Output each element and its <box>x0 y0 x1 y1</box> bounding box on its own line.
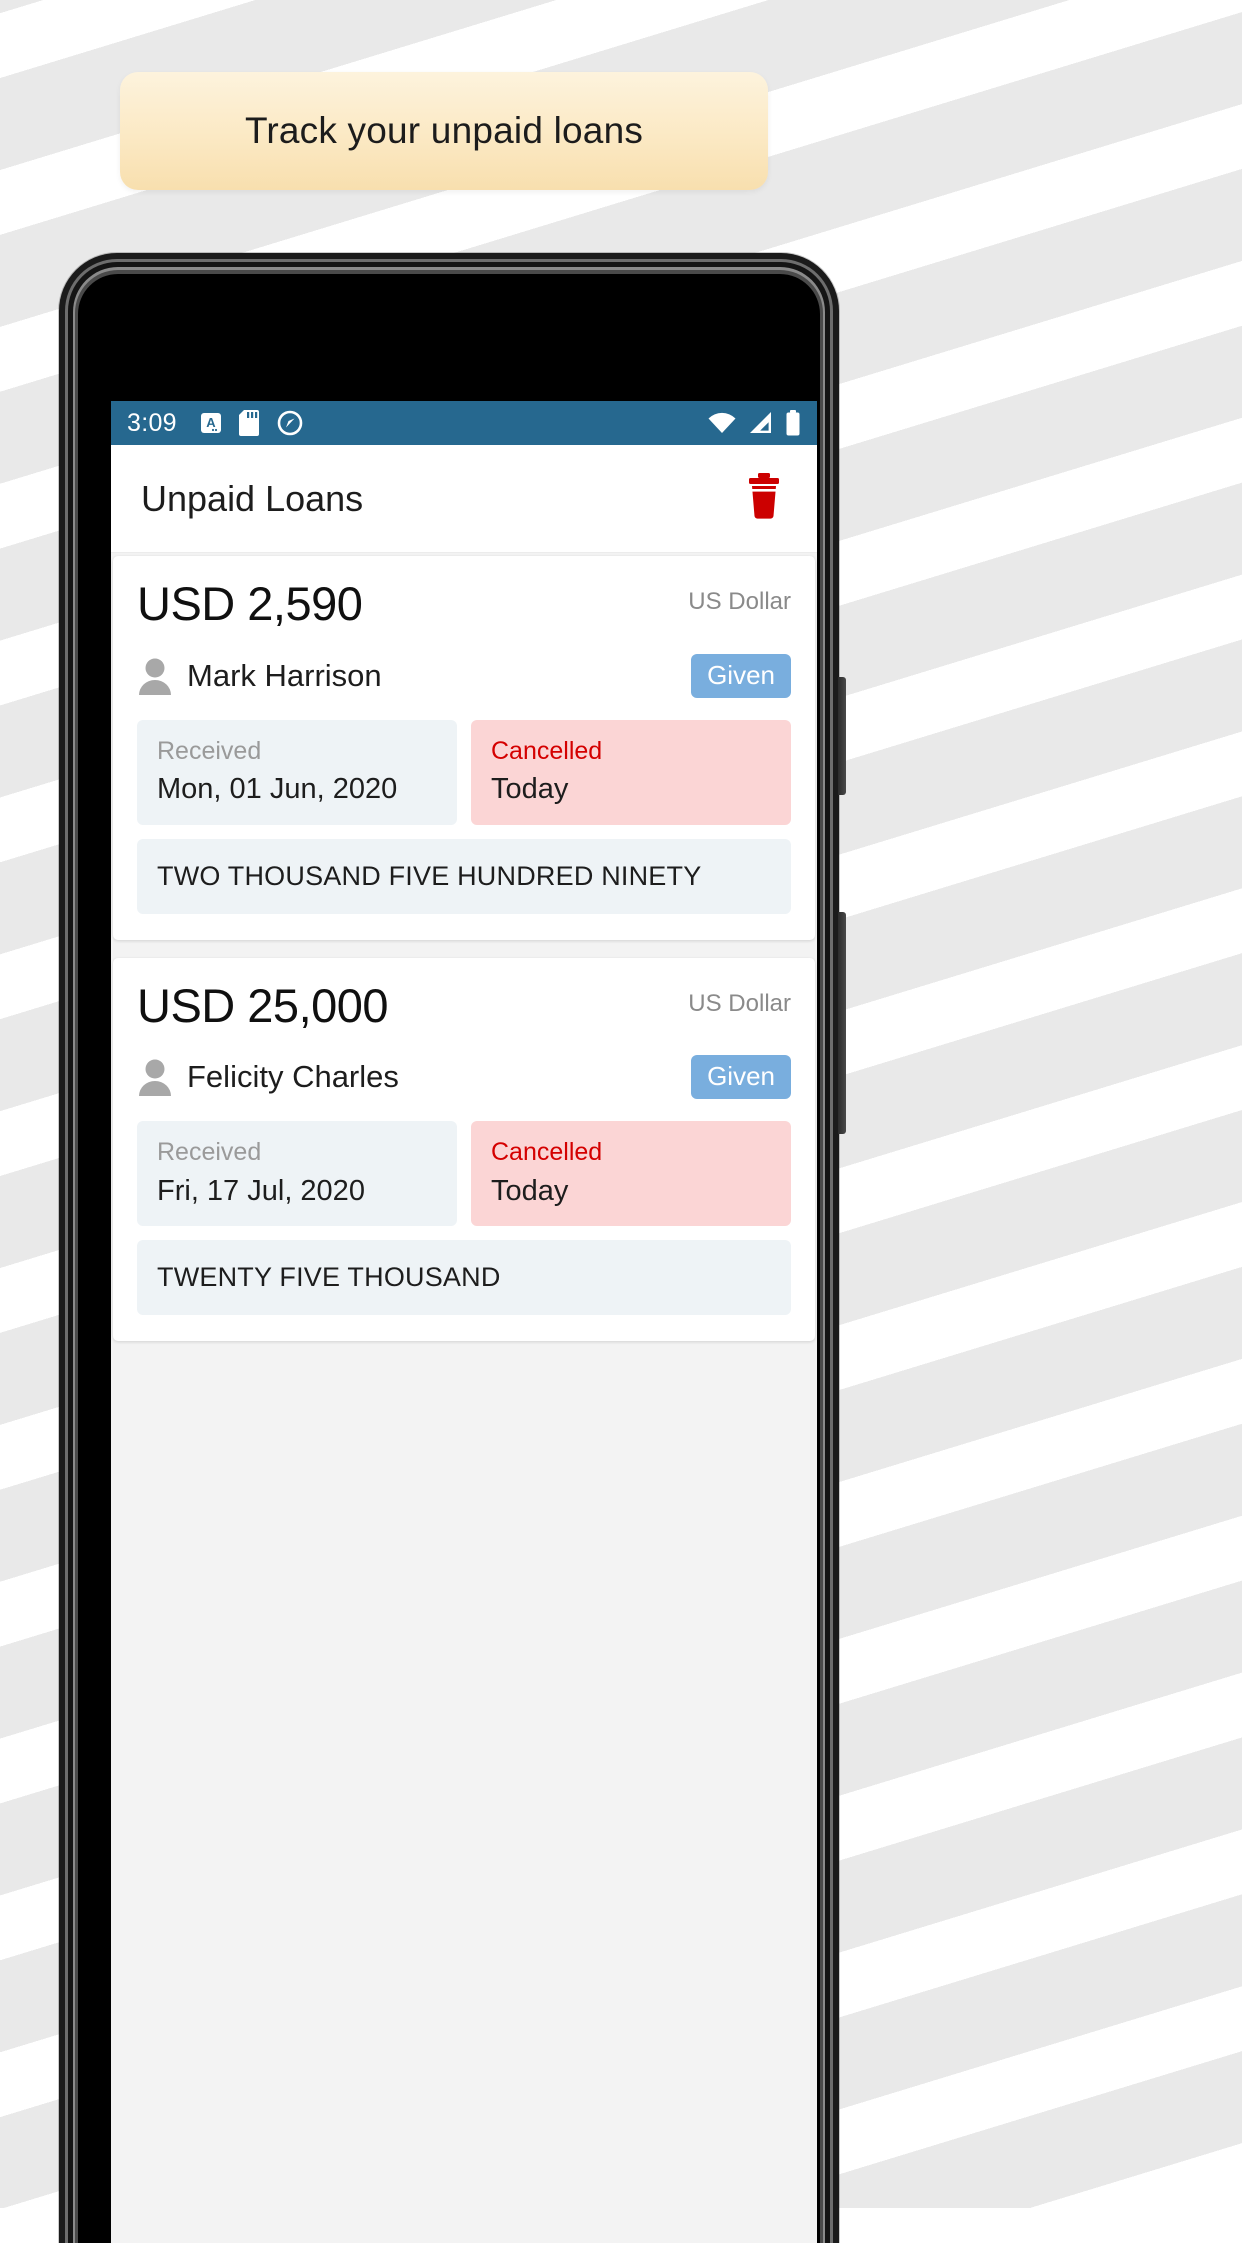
phone-mockup: 3:09 A Unpaid Loans USD 2,590 US Dollar … <box>59 253 846 2243</box>
person-icon <box>137 657 173 695</box>
loan-card-header: USD 2,590 US Dollar <box>137 578 791 630</box>
loan-person-name: Felicity Charles <box>187 1059 399 1095</box>
loan-dates-row: Received Mon, 01 Jun, 2020 Cancelled Tod… <box>137 719 791 825</box>
loan-received-box[interactable]: Received Mon, 01 Jun, 2020 <box>137 719 457 825</box>
promo-banner-text: Track your unpaid loans <box>244 110 644 151</box>
loan-currency-name: US Dollar <box>688 989 791 1017</box>
loan-cancelled-box[interactable]: Cancelled Today <box>471 1121 791 1227</box>
loan-person: Felicity Charles <box>137 1058 399 1097</box>
loan-currency-name: US Dollar <box>688 588 791 615</box>
loan-card-header: USD 25,000 US Dollar <box>137 980 791 1032</box>
loan-person-name: Mark Harrison <box>187 657 382 693</box>
loan-cancelled-label: Cancelled <box>491 736 603 765</box>
battery-icon <box>785 410 801 436</box>
loan-received-date: Fri, 17 Jul, 2020 <box>157 1174 365 1207</box>
wifi-icon <box>707 411 737 435</box>
loan-amount-in-words: TWENTY FIVE THOUSAND <box>137 1240 791 1316</box>
loan-received-label: Received <box>157 736 262 765</box>
volume-button[interactable] <box>838 912 846 1134</box>
loan-person: Mark Harrison <box>137 657 382 695</box>
loan-cancelled-date: Today <box>491 772 569 805</box>
loan-amount: USD 2,590 <box>137 577 363 630</box>
sd-card-icon <box>238 410 261 436</box>
unpaid-loans-list: USD 2,590 US Dollar Mark Harrison Given … <box>111 553 817 1342</box>
cellular-signal-icon <box>748 411 774 435</box>
loan-card[interactable]: USD 25,000 US Dollar Felicity Charles Gi… <box>113 957 815 1342</box>
alphabet-mode-icon: A <box>199 411 223 435</box>
phone-face: 3:09 A Unpaid Loans USD 2,590 US Dollar … <box>78 274 820 2243</box>
status-bar: 3:09 A <box>111 401 817 445</box>
loan-amount-in-words: TWO THOUSAND FIVE HUNDRED NINETY <box>137 838 791 914</box>
status-bar-clock: 3:09 <box>127 408 177 437</box>
person-icon <box>137 1058 173 1097</box>
phone-screen: 3:09 A Unpaid Loans USD 2,590 US Dollar … <box>111 401 817 2243</box>
app-bar: Unpaid Loans <box>111 445 817 553</box>
loan-person-row: Mark Harrison Given <box>137 653 791 698</box>
power-button[interactable] <box>838 677 846 795</box>
loan-amount: USD 25,000 <box>137 978 389 1032</box>
trash-icon <box>744 473 784 524</box>
delete-all-button[interactable] <box>737 472 791 526</box>
location-off-icon <box>277 410 303 436</box>
loan-cancelled-date: Today <box>491 1174 569 1207</box>
loan-received-box[interactable]: Received Fri, 17 Jul, 2020 <box>137 1121 457 1227</box>
loan-cancelled-box[interactable]: Cancelled Today <box>471 719 791 825</box>
loan-cancelled-label: Cancelled <box>491 1138 603 1167</box>
svg-text:A: A <box>206 415 216 430</box>
loan-received-label: Received <box>157 1138 262 1167</box>
loan-status-badge[interactable]: Given <box>691 1055 791 1100</box>
loan-person-row: Felicity Charles Given <box>137 1055 791 1100</box>
page-title: Unpaid Loans <box>141 477 364 519</box>
promo-banner: Track your unpaid loans <box>120 72 768 190</box>
loan-dates-row: Received Fri, 17 Jul, 2020 Cancelled Tod… <box>137 1121 791 1227</box>
loan-status-badge[interactable]: Given <box>691 653 791 698</box>
loan-card[interactable]: USD 2,590 US Dollar Mark Harrison Given … <box>113 556 815 940</box>
loan-received-date: Mon, 01 Jun, 2020 <box>157 772 398 805</box>
